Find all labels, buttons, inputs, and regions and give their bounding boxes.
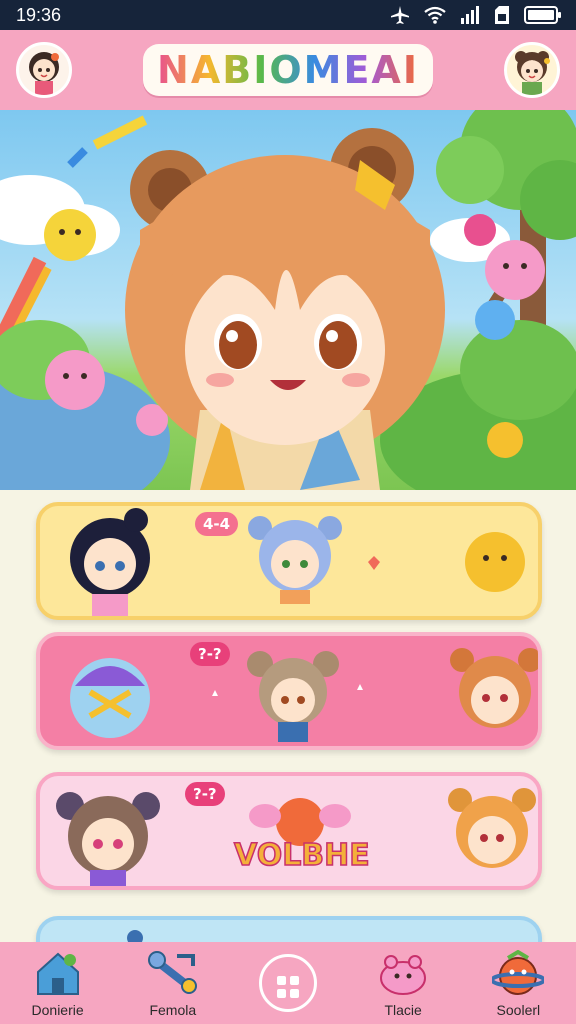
nav-label: Femola [149,1002,197,1018]
nav-label: Donierie [31,1002,84,1018]
nav-item-planet[interactable]: Soolerl [463,942,573,1024]
airplane-icon [391,6,409,24]
nav-label: Tlacie [384,1002,422,1018]
nav-item-tools[interactable]: Femola [118,942,228,1024]
hero-illustration [0,110,576,490]
chibi-girl-icon [29,52,59,95]
house-icon [36,952,79,995]
nav-item-home[interactable]: Donierie [3,942,113,1024]
nav-label: Soolerl [496,1002,541,1018]
status-time: 19:36 [16,4,62,25]
app-header: NABIOMEAI [0,30,576,110]
content-card-list: 4-4 ?-? ?-? VOLBHE [0,490,576,942]
profile-avatar-right[interactable] [503,42,560,98]
sim-icon [495,6,509,24]
bottom-navigation: Donierie Femola Tlacie Soolerl [0,942,576,1024]
profile-avatar-left[interactable] [16,42,72,98]
nav-item-creature[interactable]: Tlacie [348,942,458,1024]
content-card[interactable]: ?-? VOLBHE [36,772,542,890]
nav-item-center[interactable] [233,942,343,1024]
hero-banner[interactable] [0,110,576,490]
card-illustration [70,508,525,616]
card-badge: ?-? [190,642,230,666]
card-badge: 4-4 [195,512,239,536]
center-action-button[interactable] [258,954,317,1012]
battery-icon [524,6,561,24]
card-badge: ?-? [185,782,225,806]
card-illustration [70,648,538,742]
planet-creature-icon [492,950,545,995]
app-title-badge: NABIOMEAI [143,44,433,96]
signal-icon [461,6,479,24]
creature-icon [380,955,427,995]
content-card[interactable]: 4-4 [36,502,542,620]
status-bar: 19:36 [0,0,576,30]
status-icons [390,5,562,25]
content-card[interactable]: ?-? [36,632,542,750]
card-title: VOLBHE [233,837,370,874]
wrench-icon [147,951,197,994]
chibi-bear-girl-icon [514,51,550,95]
app-title: NABIOMEAI [157,48,419,92]
card-illustration [127,930,143,942]
wifi-icon [424,6,446,24]
content-card[interactable] [36,916,542,942]
grid-icon [276,976,299,998]
